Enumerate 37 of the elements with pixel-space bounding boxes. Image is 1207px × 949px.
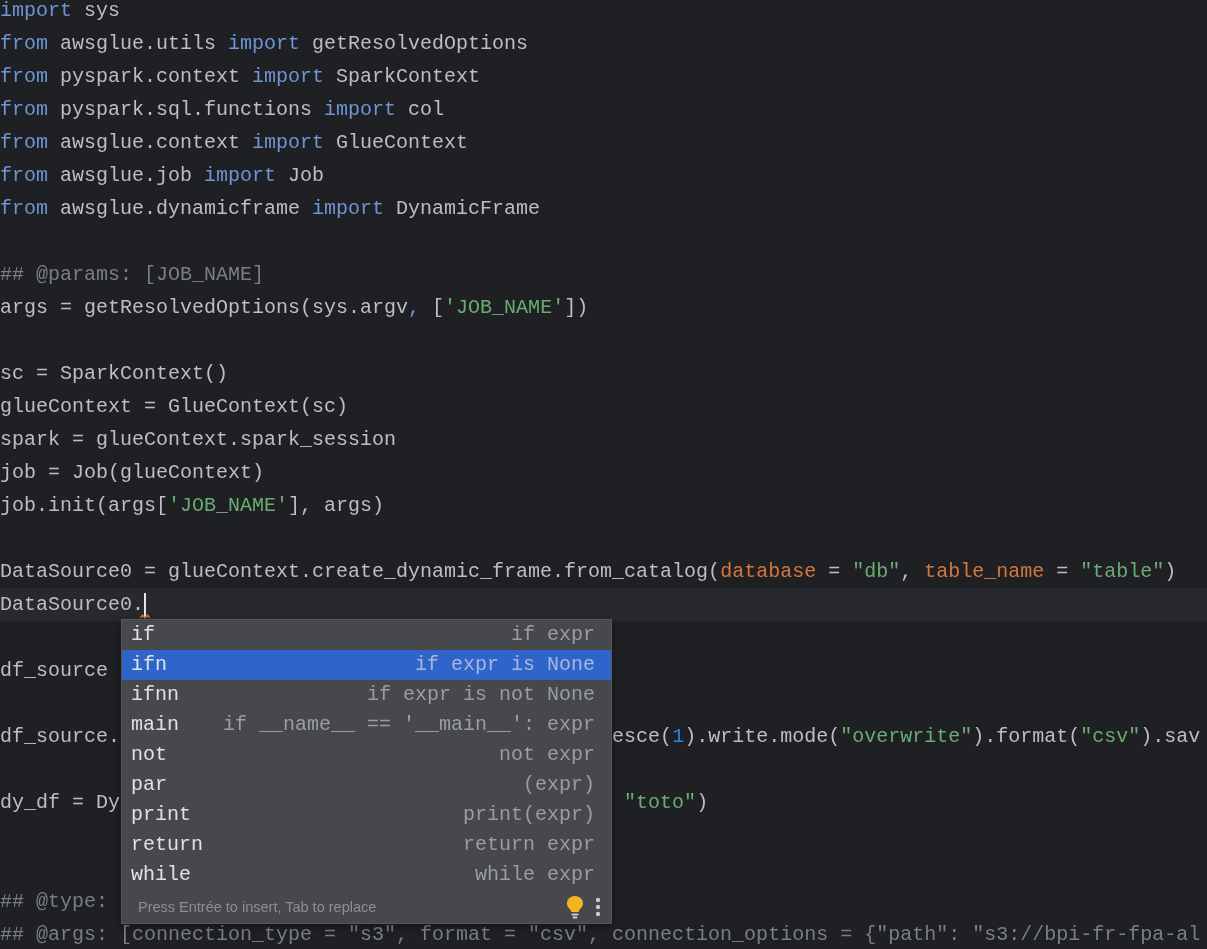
- code-line: sc = SparkContext(): [0, 361, 229, 387]
- code-line: DataSource0.: [0, 592, 145, 618]
- completion-item[interactable]: while while expr: [122, 860, 611, 890]
- code-line: "toto"): [624, 790, 709, 816]
- code-line: esce(1).write.mode("overwrite").format("csv").sav: [612, 724, 1201, 750]
- squiggle-underline-icon: [140, 614, 151, 619]
- more-options-icon[interactable]: [595, 896, 601, 917]
- code-line: from pyspark.context import SparkContext: [0, 64, 481, 90]
- code-line: import sys: [0, 0, 121, 24]
- code-line: from awsglue.utils import getResolvedOptions: [0, 31, 529, 57]
- code-line: from awsglue.dynamicframe import DynamicFrame: [0, 196, 541, 222]
- code-line: glueContext = GlueContext(sc): [0, 394, 349, 420]
- code-line: df_source: [0, 658, 109, 684]
- text-cursor: [144, 592, 147, 617]
- completion-item[interactable]: not not expr: [122, 740, 611, 770]
- lightbulb-icon[interactable]: [565, 894, 585, 919]
- code-line: ## @params: [JOB_NAME]: [0, 262, 265, 288]
- code-line: spark = glueContext.spark_session: [0, 427, 397, 453]
- code-line: job.init(args['JOB_NAME'], args): [0, 493, 385, 519]
- code-line: df_source.: [0, 724, 121, 750]
- completion-item[interactable]: if if expr: [122, 620, 611, 650]
- completion-item[interactable]: main if __name__ == '__main__': expr: [122, 710, 611, 740]
- code-line: from awsglue.context import GlueContext: [0, 130, 469, 156]
- code-line: job = Job(glueContext): [0, 460, 265, 486]
- code-line: ## @args: [connection_type = "s3", format = "csv", connection_options = {"path": "s3://bpi-fr-fpa-al: [0, 922, 1201, 948]
- completion-item[interactable]: ifnn if expr is not None: [122, 680, 611, 710]
- code-line: dy_df = Dy: [0, 790, 121, 816]
- code-line: from awsglue.job import Job: [0, 163, 325, 189]
- code-line: args = getResolvedOptions(sys.argv, ['JOB_NAME']): [0, 295, 589, 321]
- code-line: from pyspark.sql.functions import col: [0, 97, 445, 123]
- completion-item[interactable]: print print(expr): [122, 800, 611, 830]
- code-line: ## @type:: [0, 889, 109, 915]
- completion-item[interactable]: par (expr): [122, 770, 611, 800]
- completion-item[interactable]: return return expr: [122, 830, 611, 860]
- code-line: DataSource0 = glueContext.create_dynamic_frame.from_catalog(database = "db", table_name = "table"): [0, 559, 1177, 585]
- completion-item[interactable]: ifn if expr is None: [122, 650, 611, 680]
- hint-text: Press Entrée to insert, Tab to replace: [138, 898, 378, 915]
